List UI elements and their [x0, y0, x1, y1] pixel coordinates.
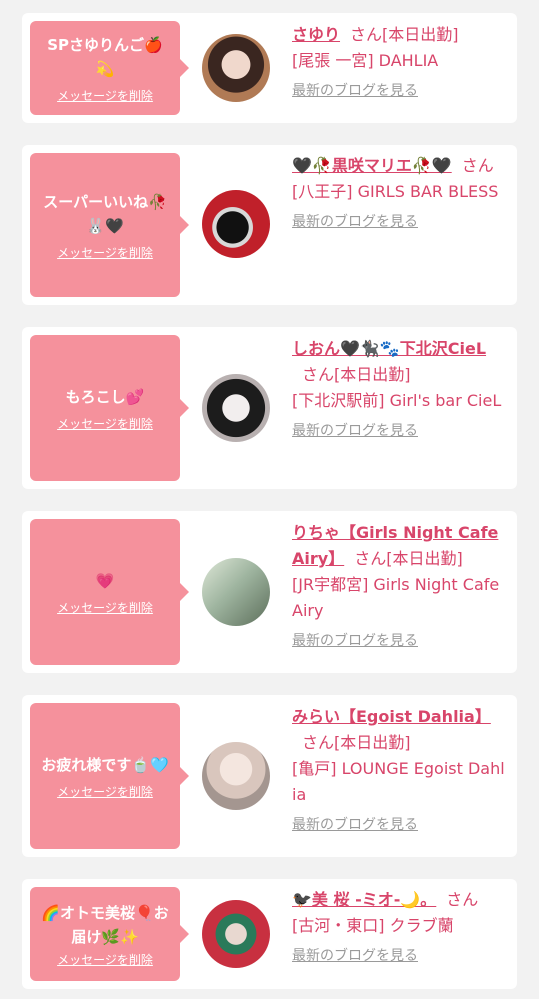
latest-blog-link[interactable]: 最新のブログを見る [292, 812, 418, 838]
message-bubble: スーパーいいね🥀🐰🖤 メッセージを削除 [30, 153, 189, 297]
latest-blog-link[interactable]: 最新のブログを見る [292, 418, 418, 444]
profile-name-link[interactable]: 🐦‍⬛美 桜 -ミオ-🌙。 [292, 890, 436, 909]
profile-info: りちゃ【Girls Night Cafe Airy】 さん[本日出勤] [JR宇都… [292, 520, 507, 654]
honorific: さん [302, 365, 335, 384]
status-label: [本日出勤] [334, 733, 411, 752]
shop-info: [尾張 一宮] DAHLIA [292, 51, 439, 70]
profile-name-link[interactable]: みらい【Egoist Dahlia】 [292, 707, 491, 726]
shop-info: [下北沢駅前] Girl's bar CieL [292, 391, 502, 410]
delete-message-link[interactable]: メッセージを削除 [57, 599, 153, 616]
message-text: お疲れ様です🍵🩵 [41, 755, 169, 774]
message-bubble: お疲れ様です🍵🩵 メッセージを削除 [30, 703, 189, 849]
message-card: 💗 メッセージを削除 りちゃ【Girls Night Cafe Airy】 さん[… [22, 511, 517, 673]
status-label: [本日出勤] [382, 25, 459, 44]
message-text: 🌈オトモ美桜🎈お届け🌿✨ [41, 903, 169, 946]
profile-name-link[interactable]: 🖤🥀黒咲マリエ🥀🖤 [292, 156, 452, 175]
profile-info: 🖤🥀黒咲マリエ🥀🖤 さん [八王子] GIRLS BAR BLESS 最新のブログ… [292, 153, 507, 235]
avatar[interactable] [202, 900, 270, 968]
profile-info: さゆり さん[本日出勤] [尾張 一宮] DAHLIA 最新のブログを見る [292, 22, 507, 104]
shop-info: [亀戸] LOUNGE Egoist Dahlia [292, 759, 505, 804]
message-card: お疲れ様です🍵🩵 メッセージを削除 みらい【Egoist Dahlia】さん[本… [22, 695, 517, 857]
honorific: さん [354, 549, 387, 568]
message-bubble: もろこし💕 メッセージを削除 [30, 335, 189, 481]
latest-blog-link[interactable]: 最新のブログを見る [292, 209, 418, 235]
profile-info: しおん🖤🐈‍⬛🐾下北沢CieL さん[本日出勤] [下北沢駅前] Girl's b… [292, 336, 507, 444]
profile-name-link[interactable]: しおん🖤🐈‍⬛🐾下北沢CieL [292, 339, 486, 358]
status-label: [本日出勤] [334, 365, 411, 384]
honorific: さん [461, 156, 494, 175]
honorific: さん [302, 733, 335, 752]
message-text: 💗 [95, 571, 115, 590]
message-bubble: 🌈オトモ美桜🎈お届け🌿✨ メッセージを削除 [30, 887, 189, 981]
avatar[interactable] [202, 558, 270, 626]
message-bubble: SPさゆりんご🍎💫 メッセージを削除 [30, 21, 189, 115]
latest-blog-link[interactable]: 最新のブログを見る [292, 943, 418, 969]
delete-message-link[interactable]: メッセージを削除 [57, 244, 153, 261]
delete-message-link[interactable]: メッセージを削除 [57, 783, 153, 800]
honorific: さん [446, 890, 479, 909]
profile-name-link[interactable]: さゆり [292, 25, 340, 44]
message-card: もろこし💕 メッセージを削除 しおん🖤🐈‍⬛🐾下北沢CieL さん[本日出勤] [… [22, 327, 517, 489]
avatar[interactable] [202, 190, 270, 258]
shop-info: [古河・東口] クラブ蘭 [292, 916, 454, 935]
status-label: [本日出勤] [386, 549, 463, 568]
latest-blog-link[interactable]: 最新のブログを見る [292, 78, 418, 104]
message-bubble: 💗 メッセージを削除 [30, 519, 189, 665]
message-card: 🌈オトモ美桜🎈お届け🌿✨ メッセージを削除 🐦‍⬛美 桜 -ミオ-🌙。 さん [古… [22, 879, 517, 989]
message-card: SPさゆりんご🍎💫 メッセージを削除 さゆり さん[本日出勤] [尾張 一宮] D… [22, 13, 517, 123]
latest-blog-link[interactable]: 最新のブログを見る [292, 628, 418, 654]
profile-info: 🐦‍⬛美 桜 -ミオ-🌙。 さん [古河・東口] クラブ蘭 最新のブログを見る [292, 887, 507, 969]
message-text: SPさゆりんご🍎💫 [47, 35, 163, 78]
message-text: スーパーいいね🥀🐰🖤 [43, 192, 167, 235]
delete-message-link[interactable]: メッセージを削除 [57, 87, 153, 104]
message-card: スーパーいいね🥀🐰🖤 メッセージを削除 🖤🥀黒咲マリエ🥀🖤 さん [八王子] GI… [22, 145, 517, 305]
shop-info: [JR宇都宮] Girls Night Cafe Airy [292, 575, 500, 620]
delete-message-link[interactable]: メッセージを削除 [57, 415, 153, 432]
avatar[interactable] [202, 34, 270, 102]
avatar[interactable] [202, 374, 270, 442]
delete-message-link[interactable]: メッセージを削除 [57, 951, 153, 968]
shop-info: [八王子] GIRLS BAR BLESS [292, 182, 499, 201]
message-text: もろこし💕 [65, 387, 145, 406]
profile-info: みらい【Egoist Dahlia】さん[本日出勤] [亀戸] LOUNGE E… [292, 704, 507, 838]
honorific: さん [350, 25, 383, 44]
avatar[interactable] [202, 742, 270, 810]
